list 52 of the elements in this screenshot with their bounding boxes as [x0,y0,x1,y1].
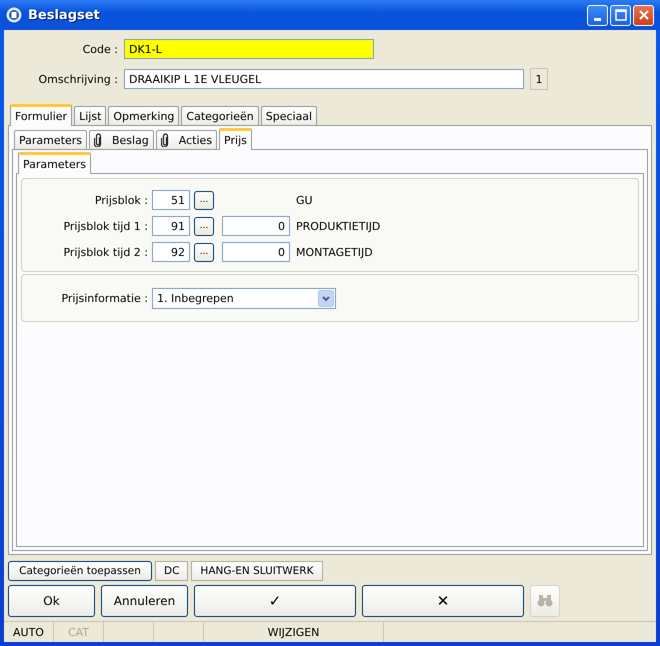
window-title: Beslagset [28,8,101,22]
minimize-icon [594,18,601,20]
price-info-dropdown[interactable]: 1. Inbegrepen [152,288,336,308]
dialog-button[interactable]: ✓ [194,585,356,617]
paperclip-icon [94,133,102,147]
tab[interactable]: Acties [156,130,218,149]
price-field[interactable]: 91 [152,216,190,236]
tab[interactable]: Speciaal [260,106,318,125]
app-icon [6,7,22,23]
close-button[interactable] [633,4,654,26]
dialog-button[interactable]: Ok [8,585,95,617]
price-field[interactable]: 92 [152,242,190,262]
status-cell: AUTO [4,622,54,642]
browse-button[interactable]: ... [194,216,214,236]
tab[interactable]: Parameters [18,152,91,174]
tab[interactable]: Prijs [219,128,252,150]
status-cell: CAT [54,622,104,642]
status-cell: WIJZIGEN [204,622,384,642]
tab[interactable]: Opmerking [108,106,180,125]
description-label: Omschrijving : [38,72,119,86]
category-button[interactable]: DC [155,561,188,581]
tab[interactable]: Beslag [88,130,154,149]
code-label: Code : [82,42,119,56]
count-badge: 1 [530,68,548,90]
browse-button[interactable]: ... [194,242,214,262]
price-field[interactable]: 51 [152,190,190,210]
close-icon [638,9,650,21]
minimize-button[interactable] [587,4,608,26]
price-name: PRODUKTIETIJD [296,220,380,232]
time-field[interactable]: 0 [222,216,290,236]
tab[interactable]: Lijst [74,106,106,125]
price-label: Prijsblok : [94,194,148,206]
dialog-button[interactable]: Annuleren [101,585,188,617]
price-label: Prijsblok tijd 1 : [62,220,148,232]
maximize-button[interactable] [610,4,631,26]
price-label: Prijsblok tijd 2 : [62,246,148,258]
category-button[interactable]: HANG-EN SLUITWERK [191,561,322,581]
price-name: GU [296,194,313,206]
dialog-button[interactable]: ✕ [362,585,524,617]
paperclip-icon [160,133,169,147]
tab[interactable]: Categorieën [181,106,259,125]
browse-button[interactable]: ... [194,190,214,210]
tab[interactable]: Parameters [14,130,87,149]
price-name: MONTAGETIJD [296,246,373,258]
price-info-label: Prijsinformatie : [60,292,148,304]
code-field[interactable]: DK1-L [124,39,374,59]
tab[interactable]: Formulier [10,104,72,126]
description-field[interactable]: DRAAIKIP L 1E VLEUGEL [124,69,524,89]
binoculars-icon [537,592,553,606]
time-field[interactable]: 0 [222,242,290,262]
maximize-icon [614,9,626,21]
category-button[interactable]: Categorieën toepassen [8,561,152,581]
